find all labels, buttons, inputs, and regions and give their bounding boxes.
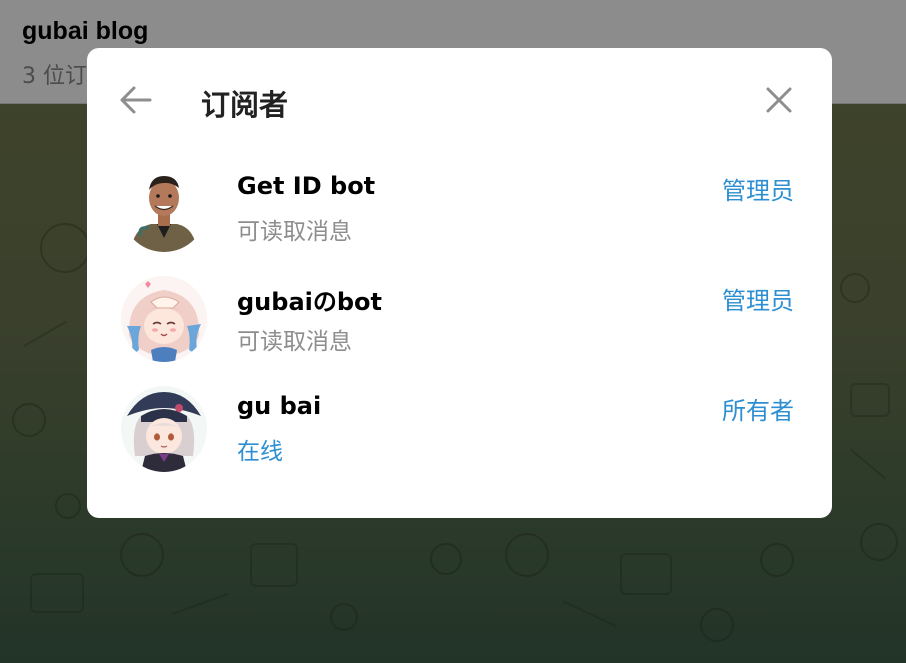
member-status: 可读取消息 (237, 329, 352, 355)
avatar (121, 166, 207, 252)
member-row-gu-bai[interactable]: gu bai 在线 所有者 (87, 386, 832, 496)
member-status: 可读取消息 (237, 219, 352, 245)
avatar (121, 276, 207, 362)
member-status: 在线 (237, 439, 283, 465)
member-role-badge: 管理员 (722, 287, 794, 315)
member-role-badge: 所有者 (722, 397, 794, 425)
arrow-left-icon[interactable] (117, 84, 153, 116)
member-name: Get ID bot (237, 172, 376, 200)
member-row-get-id-bot[interactable]: Get ID bot 可读取消息 管理员 (87, 166, 832, 276)
member-role-badge: 管理员 (722, 177, 794, 205)
member-name: gubaiのbot (237, 288, 383, 316)
member-name: gu bai (237, 392, 322, 420)
avatar (121, 386, 207, 472)
subscribers-dialog: 订阅者 Get ID bot 可读取消息 管理员 gubaiのbot 可读取消息… (87, 48, 832, 518)
dialog-title: 订阅者 (201, 88, 289, 122)
member-row-gubai-bot[interactable]: gubaiのbot 可读取消息 管理员 (87, 276, 832, 386)
close-icon[interactable] (764, 85, 794, 115)
